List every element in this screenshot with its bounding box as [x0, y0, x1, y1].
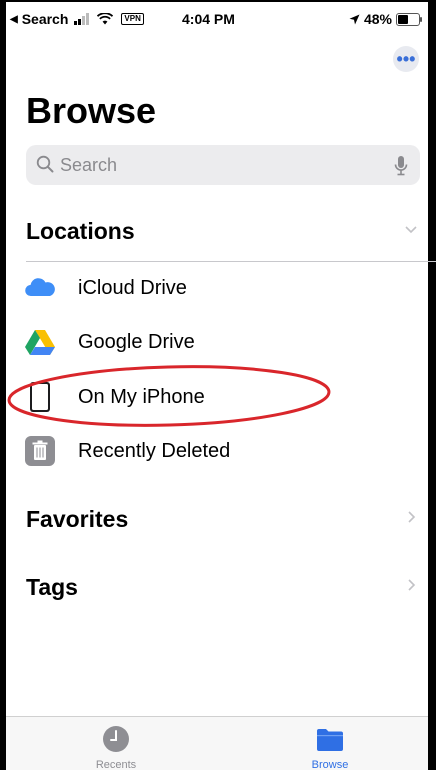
- cellular-signal-icon: [74, 13, 90, 25]
- chevron-right-icon: [408, 579, 416, 591]
- clock-icon: [103, 726, 129, 752]
- back-to-app[interactable]: ◀ Search VPN: [10, 11, 144, 27]
- chevron-down-icon: [405, 226, 417, 234]
- tab-bar: Recents Browse: [6, 716, 428, 770]
- device-frame-left: [0, 0, 6, 770]
- search-icon: [36, 155, 54, 173]
- wifi-icon: [97, 13, 114, 25]
- icloud-icon: [25, 278, 55, 297]
- trash-icon: [25, 436, 55, 466]
- tab-label: Recents: [95, 759, 137, 770]
- microphone-icon[interactable]: [394, 155, 408, 177]
- back-arrow-icon: ◀: [10, 13, 18, 25]
- divider: [26, 261, 436, 262]
- search-input[interactable]: [60, 145, 380, 185]
- search-bar[interactable]: [26, 145, 420, 185]
- tab-browse[interactable]: Browse: [270, 717, 390, 770]
- more-options-button[interactable]: •••: [393, 46, 419, 72]
- iphone-icon: [30, 382, 50, 412]
- tags-title: Tags: [26, 574, 78, 600]
- location-label: Google Drive: [78, 331, 195, 353]
- status-right: 48%: [349, 11, 422, 27]
- locations-title: Locations: [26, 218, 135, 244]
- vpn-badge: VPN: [121, 13, 144, 25]
- ellipsis-icon: •••: [396, 49, 416, 69]
- back-app-label: Search: [21, 11, 69, 27]
- locations-section-header[interactable]: Locations: [26, 212, 422, 252]
- page-title: Browse: [26, 90, 157, 131]
- favorites-title: Favorites: [26, 506, 129, 532]
- location-arrow-icon: [349, 14, 360, 24]
- location-item-on-my-iphone[interactable]: On My iPhone: [22, 373, 422, 423]
- tab-label: Browse: [311, 759, 349, 770]
- device-frame-right: [428, 0, 436, 770]
- location-label: iCloud Drive: [78, 277, 187, 299]
- status-bar: ◀ Search VPN 4:04 PM 48%: [6, 2, 428, 36]
- google-drive-icon: [25, 330, 55, 355]
- location-item-recently-deleted[interactable]: Recently Deleted: [22, 427, 422, 477]
- tags-section-header[interactable]: Tags: [26, 568, 422, 608]
- status-time: 4:04 PM: [182, 11, 235, 27]
- battery-percent: 48%: [363, 11, 392, 27]
- location-label: Recently Deleted: [78, 440, 231, 462]
- location-item-google-drive[interactable]: Google Drive: [22, 318, 422, 368]
- favorites-section-header[interactable]: Favorites: [26, 500, 422, 540]
- location-item-icloud-drive[interactable]: iCloud Drive: [22, 264, 422, 314]
- tab-recents[interactable]: Recents: [56, 717, 176, 770]
- files-app-screen: ◀ Search VPN 4:04 PM 48% ••• Browse Sear…: [0, 0, 436, 770]
- location-label: On My iPhone: [78, 386, 205, 408]
- battery-icon: [396, 12, 422, 26]
- chevron-right-icon: [408, 511, 416, 523]
- folder-icon: [317, 729, 343, 751]
